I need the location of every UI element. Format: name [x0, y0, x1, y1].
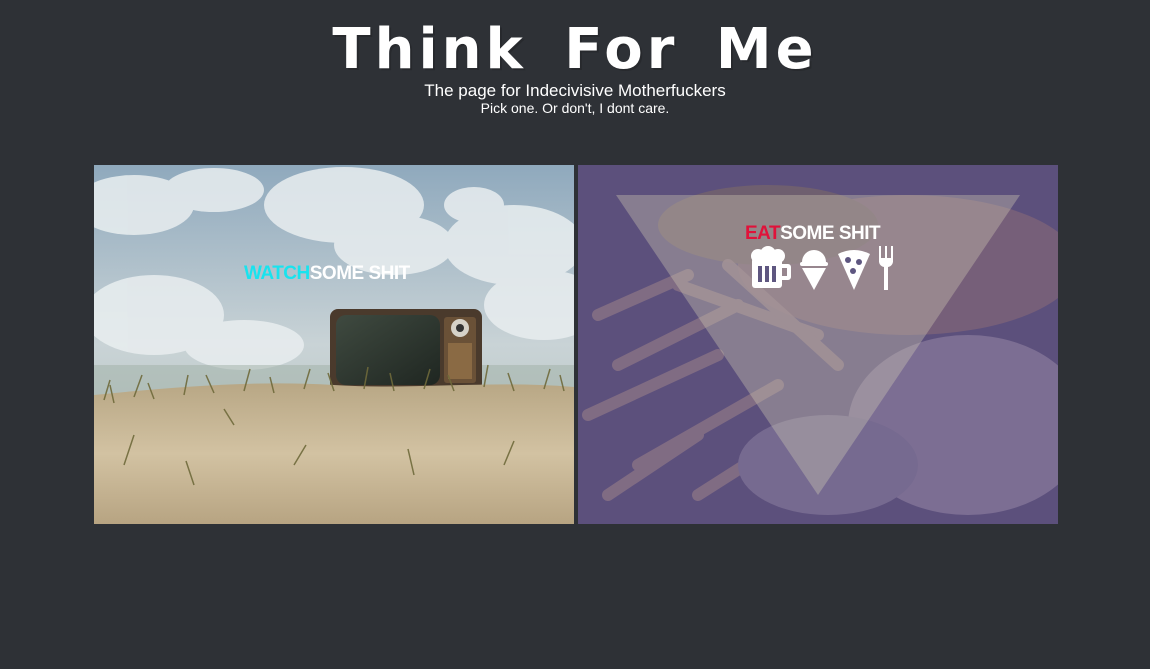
- fork-icon: [878, 246, 894, 294]
- ice-cream-icon: [798, 246, 830, 294]
- watch-rest-text: SOME SHIT: [309, 263, 411, 284]
- eat-label: EATSOME SHIT: [745, 223, 881, 244]
- page: Think For Me The page for Indecivisive M…: [0, 0, 1150, 669]
- site-subtitle: The page for Indecivisive Motherfuckers: [424, 81, 726, 100]
- watch-accent-text: WATCH: [244, 263, 310, 284]
- eat-accent-text: EAT: [745, 223, 781, 244]
- eat-rest-text: SOME SHIT: [780, 223, 881, 244]
- site-tagline: Pick one. Or don't, I dont care.: [480, 100, 670, 116]
- pizza-slice-icon: [836, 246, 872, 294]
- site-title: Think For Me: [332, 17, 818, 82]
- watch-background-image: [94, 165, 574, 524]
- watch-panel[interactable]: WATCHSOME SHIT: [94, 165, 574, 524]
- beer-mug-icon: [748, 246, 792, 294]
- eat-background-image: [578, 165, 1058, 524]
- eat-icon-row: [748, 246, 894, 294]
- eat-panel[interactable]: EATSOME SHIT: [578, 165, 1058, 524]
- watch-label: WATCHSOME SHIT: [244, 264, 410, 284]
